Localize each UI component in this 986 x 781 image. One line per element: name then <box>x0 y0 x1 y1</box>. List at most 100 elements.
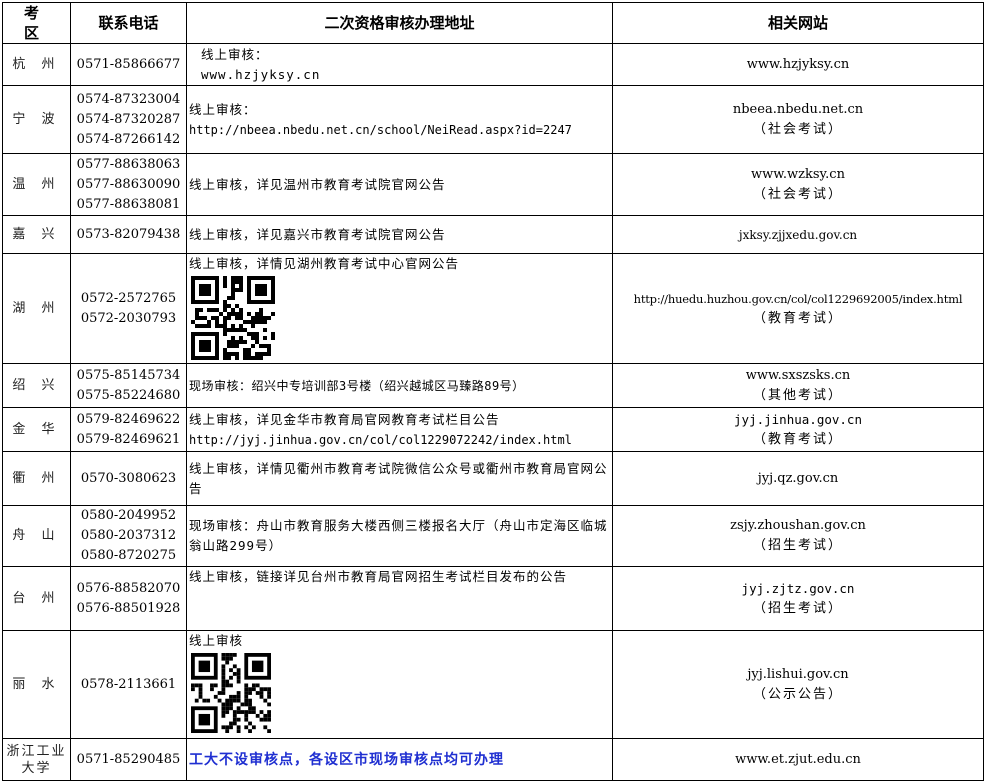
address-line: 现场审核：舟山市教育服务大楼西侧三楼报名大厅（舟山市定海区临城翁山路299号） <box>189 518 608 553</box>
table-row: 温 州 0577-88638063 0577-88630090 0577-886… <box>2 153 984 216</box>
website-link[interactable]: jyj.jinhua.gov.cn <box>615 410 981 430</box>
website-cell: www.hzjyksy.cn <box>612 43 984 86</box>
phone-number: 0580-2037312 <box>80 528 177 543</box>
address-cell: 工大不设审核点，各设区市现场审核点均可办理 <box>186 738 613 781</box>
website-cell: www.sxszsks.cn （其他考试） <box>612 363 984 408</box>
phone-number: 0575-85224680 <box>76 387 181 403</box>
phone-number: 0578-2113661 <box>80 676 177 692</box>
address-line: 线上审核，链接详见台州市教育局官网招生考试栏目发布的公告 <box>189 569 568 584</box>
address-line: 线上审核： <box>189 101 257 117</box>
phone-number: 0571-85866677 <box>76 56 181 72</box>
table-row: 浙江工业大学 0571-85290485 工大不设审核点，各设区市现场审核点均可… <box>2 738 984 781</box>
phone-cell: 0574-87323004 0574-87320287 0574-8726614… <box>70 85 187 154</box>
address-cell: 线上审核 <box>186 630 613 739</box>
region-cell: 舟 山 <box>2 505 71 567</box>
qr-code-icon[interactable] <box>191 276 275 360</box>
phone-number: 0570-3080623 <box>80 470 177 486</box>
phone-number: 0577-88638063 <box>76 156 181 172</box>
table-row: 丽 水 0578-2113661 线上审核 jyj.lishui.gov.cn … <box>2 630 984 739</box>
address-cell: 现场审核：舟山市教育服务大楼西侧三楼报名大厅（舟山市定海区临城翁山路299号） <box>186 505 613 567</box>
phone-cell: 0578-2113661 <box>70 630 187 739</box>
website-note: （招生考试） <box>752 600 843 616</box>
region-cell: 金 华 <box>2 407 71 452</box>
phone-number: 0574-87323004 <box>76 91 181 107</box>
website-link[interactable]: jyj.lishui.gov.cn <box>615 665 981 685</box>
website-note: （社会考试） <box>752 186 843 202</box>
website-note: （教育考试） <box>752 431 843 447</box>
website-note: （社会考试） <box>752 121 843 137</box>
website-link[interactable]: jyj.zjtz.gov.cn <box>615 579 981 599</box>
table-row: 舟 山 0580-2049952 0580-2037312 0580-87202… <box>2 505 984 567</box>
website-cell: www.wzksy.cn （社会考试） <box>612 153 984 216</box>
address-line: 现场审核：绍兴中专培训部3号楼（绍兴越城区马臻路89号） <box>189 378 525 393</box>
website-note: （其他考试） <box>752 387 843 403</box>
website-link[interactable]: www.et.zjut.edu.cn <box>615 750 981 770</box>
exam-region-table: 考 区 联系电话 二次资格审核办理地址 相关网站 杭 州 0571-858666… <box>2 2 984 781</box>
table-row: 杭 州 0571-85866677 线上审核： www.hzjyksy.cn w… <box>2 43 984 86</box>
phone-number: 0574-87266142 <box>76 131 181 147</box>
address-line: 线上审核，详情见衢州市教育考试院微信公众号或衢州市教育局官网公告 <box>189 460 608 496</box>
address-cell: 现场审核：绍兴中专培训部3号楼（绍兴越城区马臻路89号） <box>186 363 613 408</box>
phone-number: 0572-2572765 <box>80 290 177 306</box>
website-note: （招生考试） <box>752 538 843 553</box>
phone-cell: 0576-88582070 0576-88501928 <box>70 566 187 631</box>
website-link[interactable]: jyj.qz.gov.cn <box>615 469 981 489</box>
header-phone: 联系电话 <box>70 2 187 44</box>
phone-cell: 0575-85145734 0575-85224680 <box>70 363 187 408</box>
phone-cell: 0577-88638063 0577-88630090 0577-8863808… <box>70 153 187 216</box>
address-cell: 线上审核，详见温州市教育考试院官网公告 <box>186 153 613 216</box>
address-line: 线上审核，详见嘉兴市教育考试院官网公告 <box>189 226 446 242</box>
address-cell: 线上审核，详见嘉兴市教育考试院官网公告 <box>186 215 613 254</box>
website-cell: nbeea.nbedu.net.cn （社会考试） <box>612 85 984 154</box>
phone-number: 0573-82079438 <box>76 226 181 242</box>
website-link[interactable]: zsjy.zhoushan.gov.cn <box>615 516 981 536</box>
website-link[interactable]: www.hzjyksy.cn <box>615 55 981 75</box>
website-link[interactable]: http://huedu.huzhou.gov.cn/col/col122969… <box>614 289 983 309</box>
website-cell: jyj.jinhua.gov.cn （教育考试） <box>612 407 984 452</box>
address-link[interactable]: www.hzjyksy.cn <box>201 65 610 85</box>
address-cell: 线上审核，详情见湖州教育考试中心官网公告 <box>186 253 613 364</box>
phone-number: 0580-8720275 <box>80 548 177 563</box>
region-cell: 温 州 <box>2 153 71 216</box>
phone-number: 0577-88630090 <box>76 176 181 192</box>
region-cell: 杭 州 <box>2 43 71 86</box>
header-website: 相关网站 <box>612 2 984 44</box>
phone-cell: 0571-85290485 <box>70 738 187 781</box>
region-cell: 宁 波 <box>2 85 71 154</box>
phone-cell: 0580-2049952 0580-2037312 0580-8720275 <box>70 505 187 567</box>
phone-number: 0579-82469621 <box>76 431 181 447</box>
address-link[interactable]: http://nbeea.nbedu.net.cn/school/NeiRead… <box>189 120 610 140</box>
table-row: 金 华 0579-82469622 0579-82469621 线上审核，详见金… <box>2 407 984 452</box>
website-cell: jyj.lishui.gov.cn （公示公告） <box>612 630 984 739</box>
address-line: 线上审核： <box>201 46 269 62</box>
website-cell: http://huedu.huzhou.gov.cn/col/col122969… <box>612 253 984 364</box>
phone-number: 0580-2049952 <box>80 508 177 523</box>
region-cell: 湖 州 <box>2 253 71 364</box>
qr-code-icon[interactable] <box>191 653 271 733</box>
website-note: （教育考试） <box>752 310 843 326</box>
address-cell: 线上审核，链接详见台州市教育局官网招生考试栏目发布的公告 <box>186 566 613 631</box>
phone-number: 0571-85290485 <box>76 751 181 767</box>
website-link[interactable]: www.sxszsks.cn <box>615 366 981 386</box>
region-cell: 绍 兴 <box>2 363 71 408</box>
address-line: 线上审核，详情见湖州教育考试中心官网公告 <box>189 256 460 271</box>
table-row: 衢 州 0570-3080623 线上审核，详情见衢州市教育考试院微信公众号或衢… <box>2 451 984 506</box>
phone-number: 0574-87320287 <box>76 111 181 127</box>
table-row: 嘉 兴 0573-82079438 线上审核，详见嘉兴市教育考试院官网公告 jx… <box>2 215 984 254</box>
website-link[interactable]: www.wzksy.cn <box>615 165 981 185</box>
phone-number: 0572-2030793 <box>80 310 177 326</box>
phone-number: 0576-88582070 <box>76 580 181 596</box>
phone-cell: 0573-82079438 <box>70 215 187 254</box>
address-cell: 线上审核： http://nbeea.nbedu.net.cn/school/N… <box>186 85 613 154</box>
address-line: 线上审核，详见金华市教育局官网教育考试栏目公告 <box>189 411 500 427</box>
website-link[interactable]: nbeea.nbedu.net.cn <box>615 100 981 120</box>
address-cell: 线上审核： www.hzjyksy.cn <box>186 43 613 86</box>
table-row: 绍 兴 0575-85145734 0575-85224680 现场审核：绍兴中… <box>2 363 984 408</box>
region-cell: 浙江工业大学 <box>2 738 71 781</box>
phone-number: 0576-88501928 <box>76 600 181 616</box>
region-cell: 丽 水 <box>2 630 71 739</box>
website-link[interactable]: jxksy.zjjxedu.gov.cn <box>615 225 981 245</box>
phone-number: 0577-88638081 <box>76 196 181 212</box>
address-link[interactable]: http://jyj.jinhua.gov.cn/col/col12290722… <box>189 430 610 450</box>
address-notice: 工大不设审核点，各设区市现场审核点均可办理 <box>189 751 504 768</box>
